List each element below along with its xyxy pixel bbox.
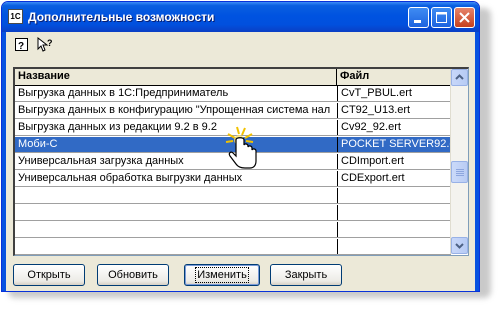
cell-file (337, 188, 451, 203)
close-button[interactable]: Закрыть (270, 264, 342, 286)
cell-name (15, 188, 337, 203)
cell-name: Выгрузка данных в конфигурацию "Упрощенн… (18, 104, 331, 116)
maximize-icon (436, 12, 447, 23)
table-row[interactable] (15, 205, 451, 221)
table-row[interactable]: Выгрузка данных в конфигурацию "Упрощенн… (15, 103, 451, 119)
column-header-file[interactable]: Файл (337, 69, 451, 85)
window-border-right (475, 32, 479, 291)
svg-text:?: ? (18, 41, 24, 52)
cell-file: CDExport.ert (337, 171, 451, 186)
cell-file: CT92_U13.ert (337, 103, 451, 118)
table-header: Название Файл (15, 69, 451, 86)
cell-name: Универсальная обработка выгрузки данных (18, 172, 243, 184)
cell-name: Выгрузка данных в 1С:Предприниматель (18, 87, 229, 99)
hand-cursor-icon (225, 126, 257, 169)
close-window-button[interactable] (454, 7, 475, 28)
edit-button[interactable]: Изменить (184, 264, 260, 286)
cell-file: Cv92_92.ert (337, 120, 451, 135)
open-button-label: Открыть (27, 269, 71, 281)
scroll-down-icon (455, 243, 464, 249)
table-row[interactable] (15, 188, 451, 204)
close-icon (459, 12, 470, 23)
minimize-button[interactable] (408, 7, 429, 28)
window-border-left (2, 32, 6, 291)
cell-name (15, 239, 337, 254)
cell-file (337, 239, 451, 254)
cell-name: Выгрузка данных из редакции 9.2 в 9.2 (18, 121, 217, 133)
toolbar: ? ? (6, 32, 475, 58)
edit-button-label: Изменить (195, 267, 249, 283)
table-row[interactable]: Выгрузка данных в 1С:Предприниматель CvT_… (15, 86, 451, 102)
svg-text:?: ? (47, 38, 53, 48)
title-bar[interactable]: 1С Дополнительные возможности (2, 2, 479, 32)
cell-name (15, 205, 337, 220)
cell-name: Универсальная загрузка данных (18, 155, 184, 167)
cell-file (337, 205, 451, 220)
scroll-down-button[interactable] (451, 237, 468, 254)
table-row[interactable] (15, 239, 451, 255)
cell-name: Моби-С (18, 138, 58, 150)
vertical-scrollbar[interactable] (450, 69, 468, 254)
whats-this-pointer-icon[interactable]: ? (36, 36, 56, 53)
cell-file: CDImport.ert (337, 154, 451, 169)
minimize-icon (414, 20, 421, 23)
scroll-up-icon (455, 74, 464, 80)
cell-file: CvT_PBUL.ert (337, 86, 451, 101)
refresh-button[interactable]: Обновить (97, 264, 169, 286)
button-bar: Открыть Обновить Изменить Закрыть (13, 264, 473, 288)
app-icon: 1С (8, 9, 23, 24)
cell-file: POCKET SERVER92.e (337, 137, 451, 152)
column-header-name[interactable]: Название (15, 69, 337, 85)
refresh-button-label: Обновить (108, 269, 158, 281)
maximize-button[interactable] (431, 7, 452, 28)
cell-name (15, 222, 337, 237)
open-button[interactable]: Открыть (13, 264, 85, 286)
scroll-up-button[interactable] (451, 69, 468, 86)
scroll-thumb[interactable] (451, 161, 468, 183)
cell-file (337, 222, 451, 237)
close-button-label: Закрыть (284, 269, 328, 281)
help-question-icon[interactable]: ? (14, 37, 30, 53)
table-row[interactable] (15, 222, 451, 238)
window-title: Дополнительные возможности (28, 10, 215, 24)
